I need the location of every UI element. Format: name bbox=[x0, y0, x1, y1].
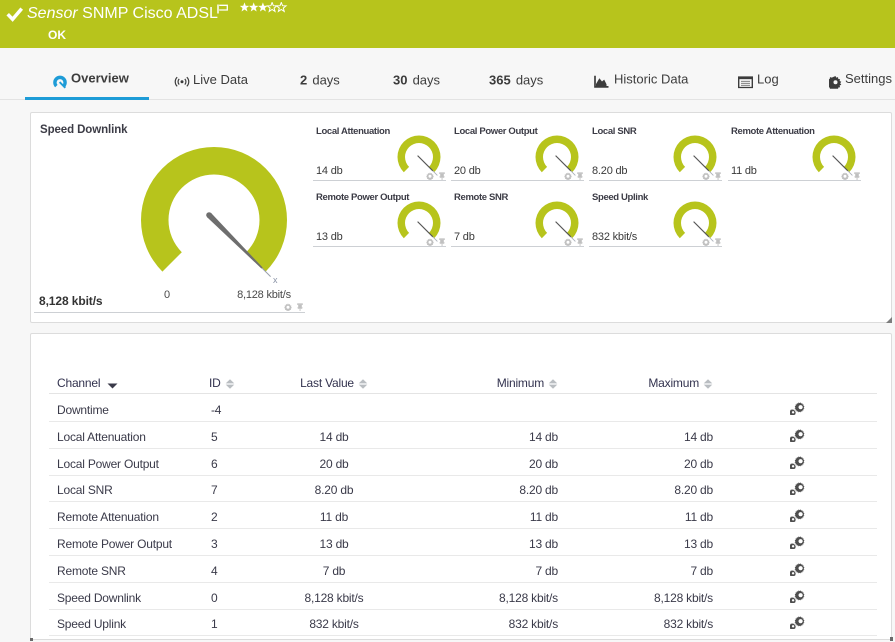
svg-text:x: x bbox=[273, 275, 278, 285]
